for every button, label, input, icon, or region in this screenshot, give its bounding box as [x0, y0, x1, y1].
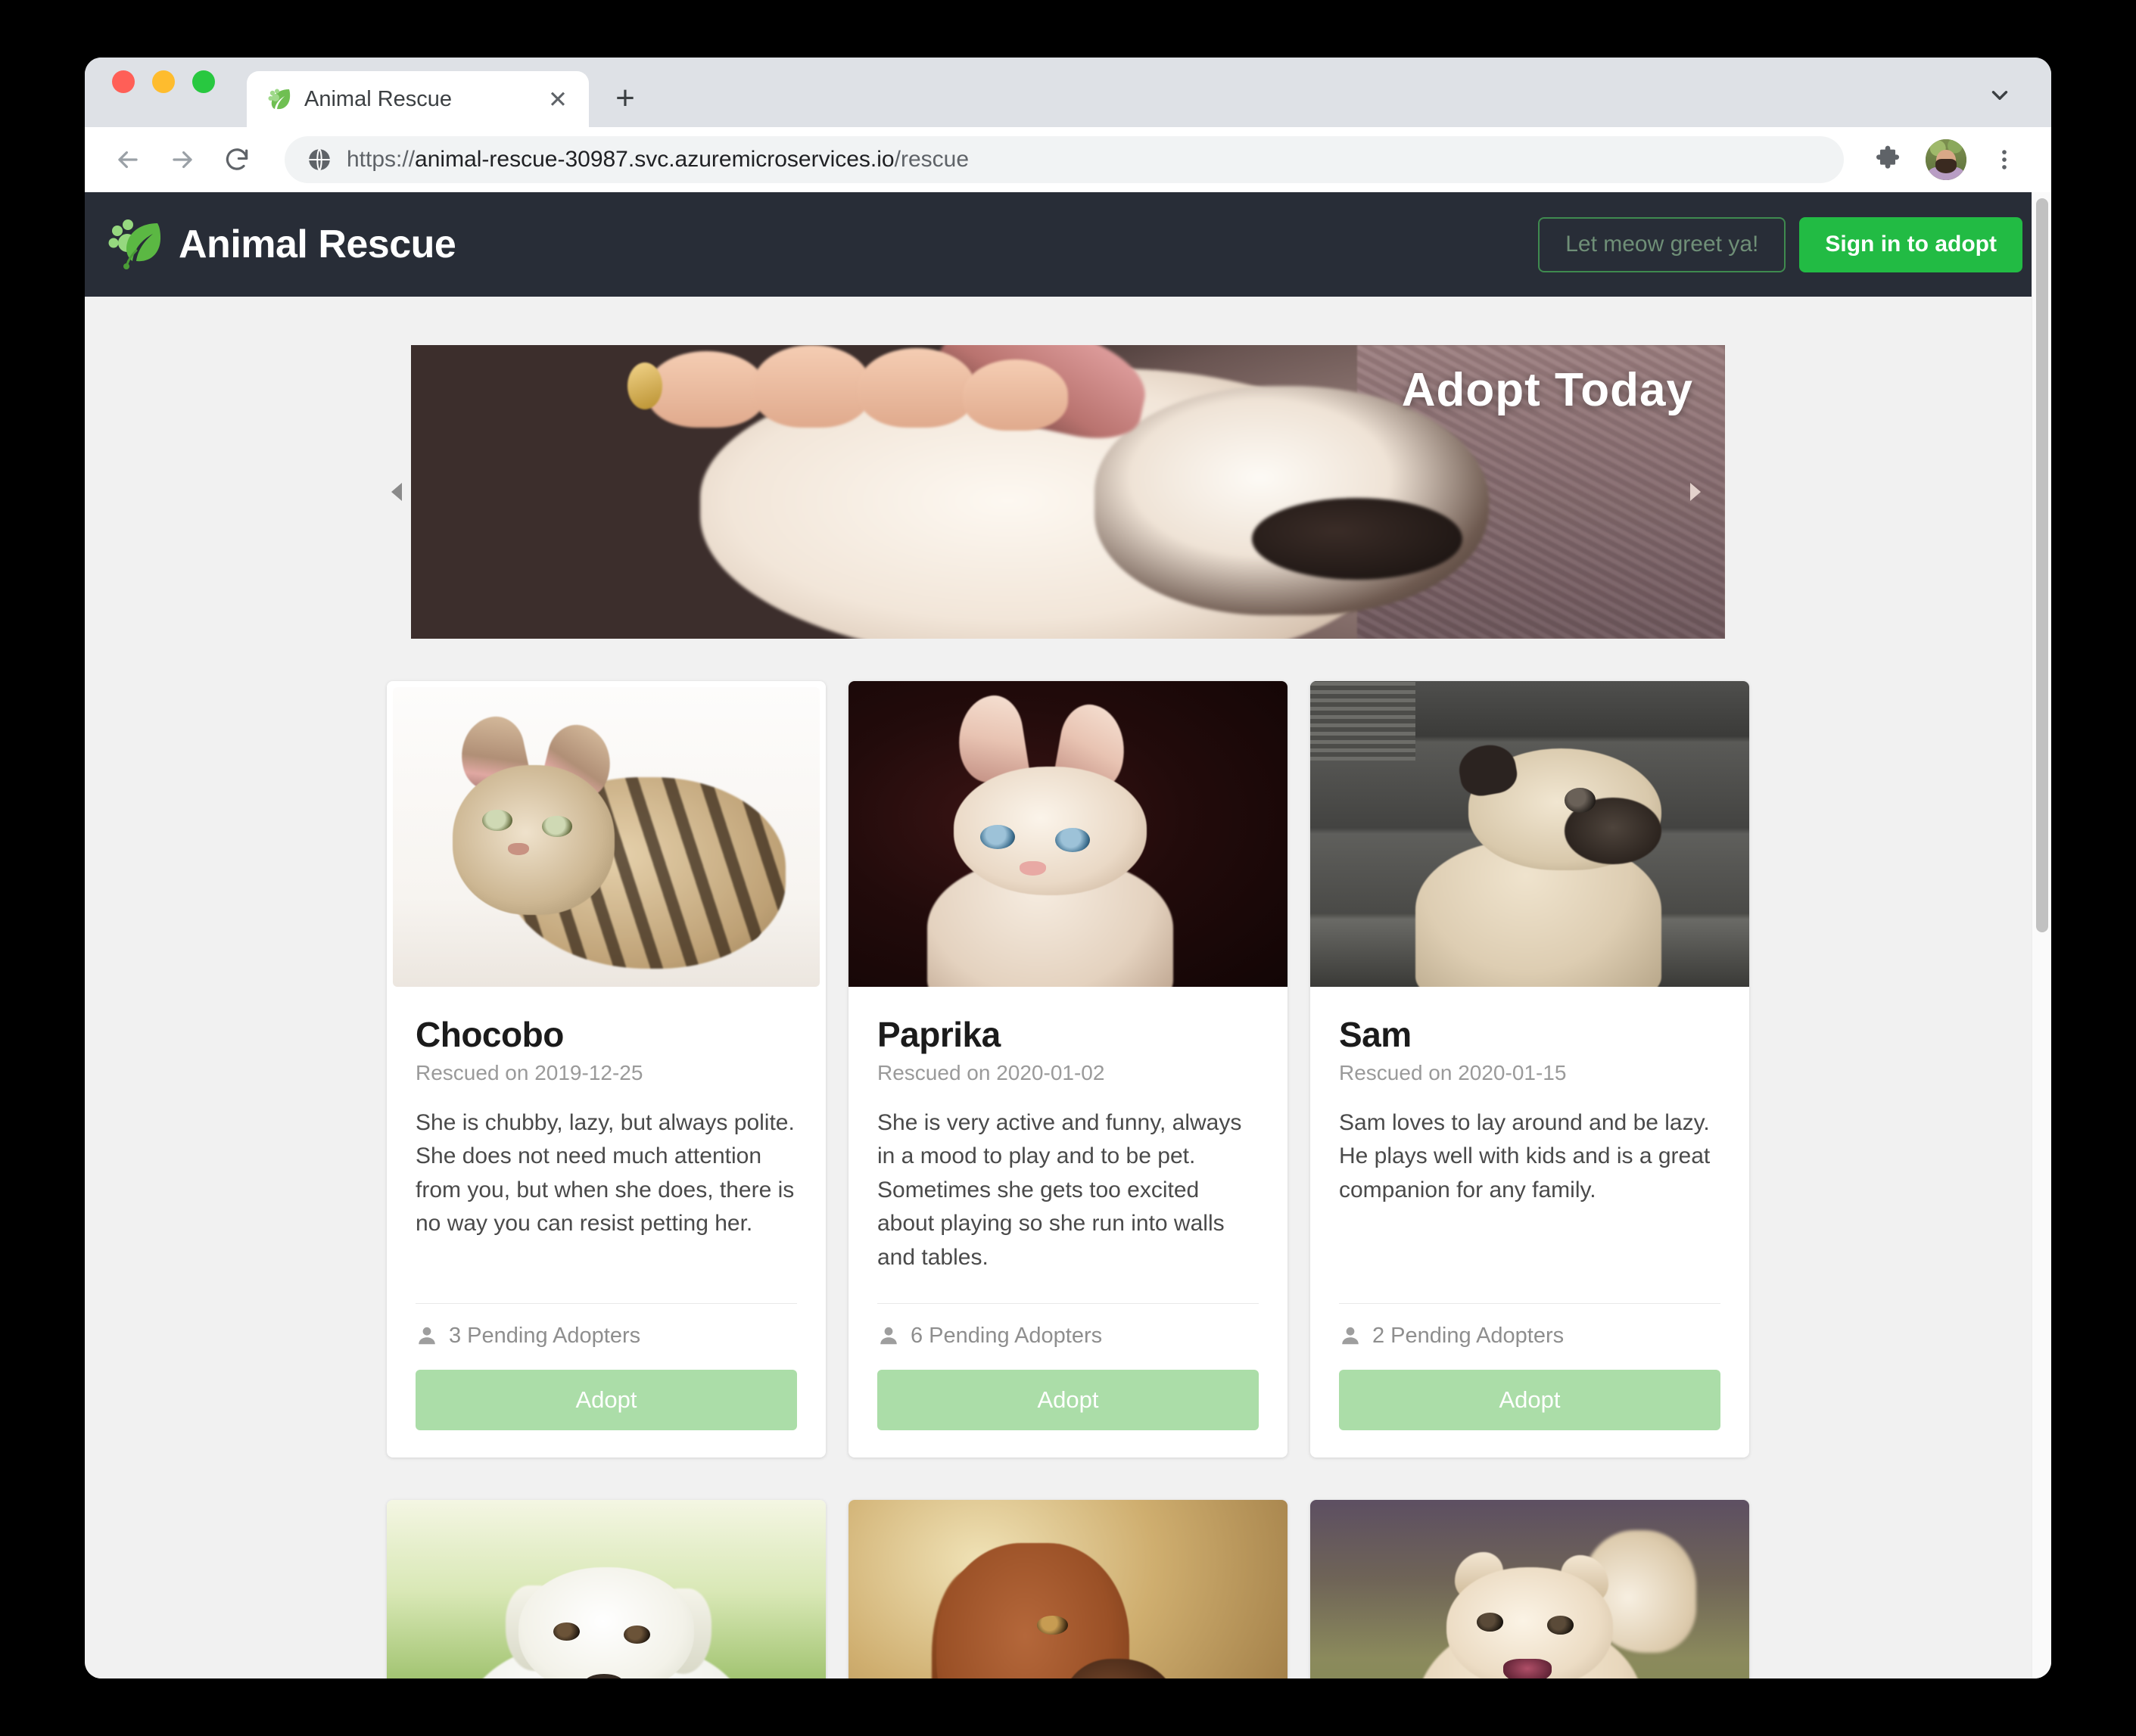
- address-bar[interactable]: https://animal-rescue-30987.svc.azuremic…: [285, 136, 1844, 183]
- animal-card-grid: Chocobo Rescued on 2019-12-25 She is chu…: [387, 681, 1749, 1678]
- puzzle-icon[interactable]: [1867, 138, 1909, 181]
- card-body: Sam Rescued on 2020-01-15 Sam loves to l…: [1310, 987, 1749, 1221]
- animal-rescued-date: Rescued on 2020-01-02: [877, 1061, 1259, 1085]
- browser-window: Animal Rescue ✕ +: [85, 58, 2051, 1678]
- browser-toolbar: https://animal-rescue-30987.svc.azuremic…: [85, 127, 2051, 192]
- person-icon: [1339, 1324, 1362, 1347]
- animal-name: Paprika: [877, 1014, 1259, 1055]
- paw-leaf-logo: [107, 217, 163, 272]
- chevron-down-icon[interactable]: [1982, 77, 2018, 114]
- pending-adopters-row: 6 Pending Adopters: [877, 1304, 1259, 1370]
- animal-description: She is chubby, lazy, but always polite. …: [416, 1106, 797, 1241]
- arrow-right-icon[interactable]: [159, 136, 206, 183]
- animal-card-row2-2[interactable]: [848, 1500, 1288, 1678]
- animal-photo: [1310, 1500, 1749, 1678]
- pending-adopters-count: 6 Pending Adopters: [911, 1324, 1102, 1349]
- animal-rescued-date: Rescued on 2019-12-25: [416, 1061, 797, 1085]
- animal-name: Chocobo: [416, 1014, 797, 1055]
- site-header: Animal Rescue Let meow greet ya! Sign in…: [85, 192, 2051, 297]
- browser-tab-animal-rescue[interactable]: Animal Rescue ✕: [247, 71, 589, 127]
- pending-adopters-count: 3 Pending Adopters: [449, 1324, 640, 1349]
- pending-adopters-row: 2 Pending Adopters: [1339, 1304, 1720, 1370]
- let-meow-greet-button[interactable]: Let meow greet ya!: [1538, 217, 1786, 272]
- carousel-caption: Adopt Today: [1402, 363, 1693, 417]
- kebab-menu-icon[interactable]: [1983, 138, 2025, 181]
- animal-photo: [393, 687, 820, 987]
- adopt-button[interactable]: Adopt: [416, 1370, 797, 1430]
- page-scrollbar-thumb[interactable]: [2036, 198, 2048, 932]
- arrow-left-icon[interactable]: [104, 136, 151, 183]
- adopt-button[interactable]: Adopt: [1339, 1370, 1720, 1430]
- triangle-left-icon[interactable]: [384, 479, 409, 505]
- card-body: Chocobo Rescued on 2019-12-25 She is chu…: [387, 987, 826, 1255]
- pending-adopters-row: 3 Pending Adopters: [416, 1304, 797, 1370]
- card-footer: 3 Pending Adopters Adopt: [387, 1288, 826, 1458]
- maximize-window-button[interactable]: [192, 70, 215, 93]
- address-bar-text: https://animal-rescue-30987.svc.azuremic…: [347, 147, 969, 173]
- animal-rescued-date: Rescued on 2020-01-15: [1339, 1061, 1720, 1085]
- carousel-slide-image: Adopt Today: [411, 345, 1725, 639]
- animal-card-row2-3[interactable]: [1310, 1500, 1749, 1678]
- animal-photo: [848, 1500, 1288, 1678]
- card-footer: 6 Pending Adopters Adopt: [848, 1288, 1288, 1458]
- reload-icon[interactable]: [213, 136, 260, 183]
- leaf-paw-favicon: [266, 86, 292, 112]
- url-scheme: https://: [347, 147, 415, 172]
- close-icon[interactable]: ✕: [543, 85, 572, 114]
- header-actions: Let meow greet ya! Sign in to adopt: [1538, 217, 2022, 272]
- brand-name: Animal Rescue: [179, 222, 456, 267]
- animal-photo: [848, 681, 1288, 987]
- person-icon: [877, 1324, 900, 1347]
- tab-strip: Animal Rescue ✕ +: [85, 58, 2051, 127]
- card-body: Paprika Rescued on 2020-01-02 She is ver…: [848, 987, 1288, 1288]
- animal-description: Sam loves to lay around and be lazy. He …: [1339, 1106, 1720, 1207]
- animal-card-row2-1[interactable]: [387, 1500, 826, 1678]
- animal-name: Sam: [1339, 1014, 1720, 1055]
- animal-photo: [1310, 681, 1749, 987]
- brand[interactable]: Animal Rescue: [107, 217, 456, 272]
- page-scrollbar[interactable]: [2032, 192, 2051, 1678]
- person-icon: [416, 1324, 438, 1347]
- animal-card-chocobo[interactable]: Chocobo Rescued on 2019-12-25 She is chu…: [387, 681, 826, 1458]
- sign-in-to-adopt-button[interactable]: Sign in to adopt: [1799, 217, 2022, 272]
- tab-title: Animal Rescue: [304, 87, 531, 112]
- window-traffic-lights: [112, 58, 215, 127]
- card-footer: 2 Pending Adopters Adopt: [1310, 1288, 1749, 1458]
- avatar[interactable]: [1926, 139, 1966, 180]
- animal-description: She is very active and funny, always in …: [877, 1106, 1259, 1274]
- page-viewport: Animal Rescue Let meow greet ya! Sign in…: [85, 192, 2051, 1678]
- close-window-button[interactable]: [112, 70, 135, 93]
- url-path: /rescue: [895, 147, 969, 172]
- url-host: animal-rescue-30987.svc.azuremicroservic…: [415, 147, 895, 172]
- new-tab-button[interactable]: +: [606, 79, 645, 118]
- triangle-right-icon[interactable]: [1683, 479, 1708, 505]
- animal-card-paprika[interactable]: Paprika Rescued on 2020-01-02 She is ver…: [848, 681, 1288, 1458]
- minimize-window-button[interactable]: [152, 70, 175, 93]
- carousel: Adopt Today: [411, 345, 1725, 639]
- globe-icon: [306, 146, 333, 173]
- pending-adopters-count: 2 Pending Adopters: [1372, 1324, 1564, 1349]
- animal-photo: [387, 1500, 826, 1678]
- animal-card-sam[interactable]: Sam Rescued on 2020-01-15 Sam loves to l…: [1310, 681, 1749, 1458]
- page-content: Adopt Today: [85, 345, 2051, 1678]
- adopt-button[interactable]: Adopt: [877, 1370, 1259, 1430]
